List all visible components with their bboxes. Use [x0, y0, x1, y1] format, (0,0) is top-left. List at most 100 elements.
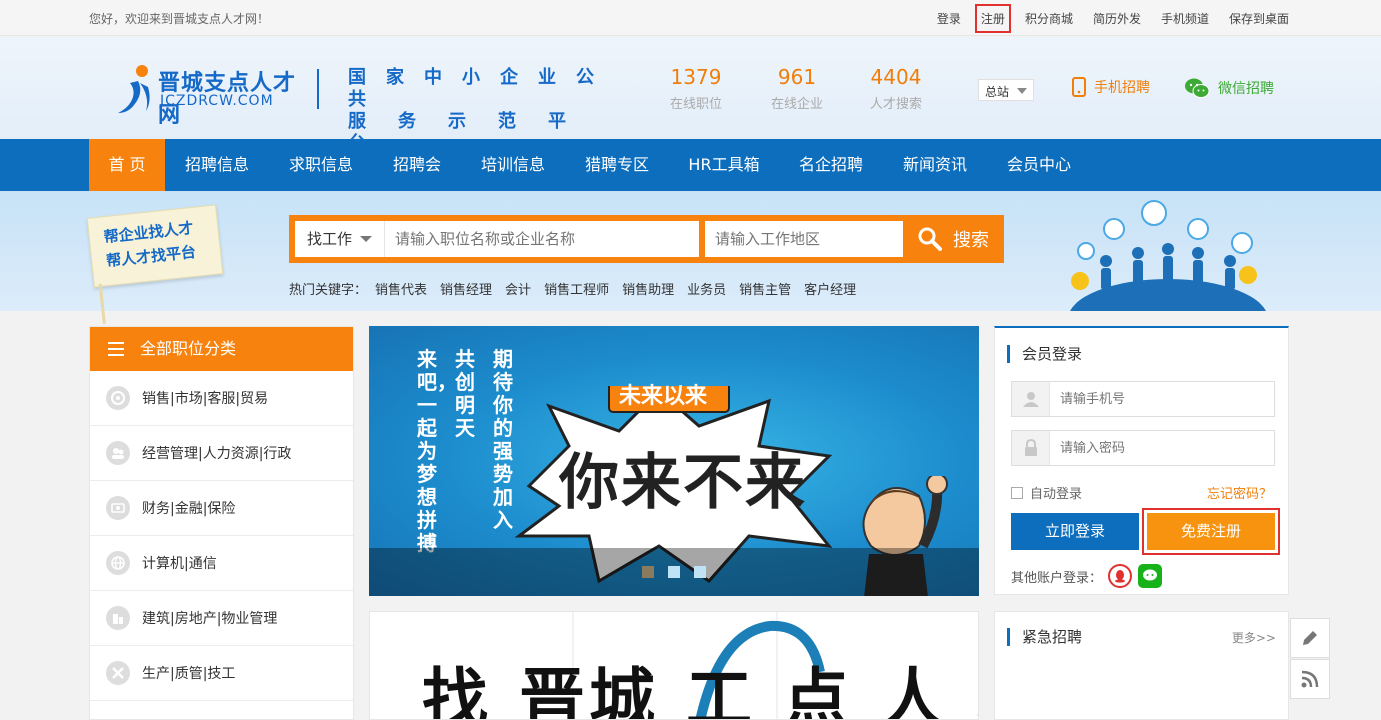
people-icon [106, 441, 130, 465]
free-register-button[interactable]: 免费注册 [1142, 508, 1280, 555]
people-network-illustration [1070, 200, 1266, 311]
job-category-panel: 全部职位分类 销售|市场|客服|贸易 经营管理|人力资源|行政 财务|金融|保险… [89, 326, 354, 720]
chevron-down-icon [360, 236, 372, 242]
hot-keyword[interactable]: 客户经理 [804, 279, 856, 298]
slide-dot[interactable] [642, 566, 654, 578]
slide-tag: 未来以来 [619, 384, 708, 409]
auto-login-checkbox[interactable] [1011, 486, 1023, 499]
auto-login[interactable]: 自动登录 [1011, 483, 1082, 502]
welcome-text: 您好，欢迎来到晋城支点人才网！ [89, 12, 270, 26]
search-button[interactable]: 搜索 [907, 221, 999, 257]
category-item[interactable]: 计算机|通信 [90, 536, 353, 591]
nav-home[interactable]: 首 页 [89, 139, 165, 191]
password-input[interactable] [1060, 431, 1270, 465]
nav-famous-companies[interactable]: 名企招聘 [779, 139, 883, 191]
category-label: 经营管理|人力资源|行政 [142, 446, 292, 462]
tools-icon [106, 661, 130, 685]
password-field [1011, 430, 1275, 466]
nav-recruit-info[interactable]: 招聘信息 [165, 139, 269, 191]
urgent-more-link[interactable]: 更多>> [1232, 629, 1276, 646]
phone-input[interactable] [1060, 382, 1270, 416]
qq-icon[interactable] [1108, 564, 1133, 588]
search-category-label: 找工作 [307, 230, 353, 248]
area-input[interactable] [705, 221, 903, 257]
nav-jobseek-info[interactable]: 求职信息 [269, 139, 373, 191]
search-icon [918, 227, 942, 251]
hot-keyword[interactable]: 销售经理 [440, 279, 492, 298]
forgot-password-link[interactable]: 忘记密码？ [1207, 483, 1272, 502]
nav-training[interactable]: 培训信息 [461, 139, 565, 191]
search-banner: 帮企业找人才 帮人才找平台 找工作 搜索 热门关键字： 销售代表 销售经理 [0, 191, 1381, 324]
category-item[interactable]: 建筑|房地产|物业管理 [90, 591, 353, 646]
category-item[interactable]: 生产|质管|技工 [90, 646, 353, 701]
station-select[interactable]: 总站 [978, 79, 1034, 101]
mobile-channel-link[interactable]: 手机频道 [1161, 10, 1209, 27]
other-login: 其他账户登录： [1011, 564, 1163, 588]
station-label: 总站 [985, 85, 1010, 99]
banner-slide[interactable]: 来吧，一起为梦想拼搏 共创明天 期待你的强势加入 未来以来 你来不来 [369, 326, 979, 596]
category-item[interactable]: 财务|金融|保险 [90, 481, 353, 536]
mobile-recruit-link[interactable]: 手机招聘 [1072, 77, 1150, 97]
target-icon [106, 386, 130, 410]
slogan-line1: 国家中小企业公共 [348, 67, 614, 110]
stat-jobs-label: 在线职位 [669, 97, 722, 112]
rss-tool-button[interactable] [1290, 659, 1330, 699]
header: 晋城支点人才网 JCZDRCW.COM 国家中小企业公共 服务示范平台 1379… [0, 37, 1381, 154]
stat-jobs: 1379 在线职位 [656, 65, 736, 112]
nav-headhunt[interactable]: 猎聘专区 [565, 139, 669, 191]
slide-text-col1: 共创明天 [455, 347, 475, 440]
register-link[interactable]: 注册 [974, 3, 1011, 33]
search-button-label: 搜索 [953, 230, 989, 251]
logo-domain: JCZDRCW.COM [160, 93, 274, 109]
stat-companies: 961 在线企业 [757, 65, 837, 112]
menu-icon [108, 342, 124, 356]
building-icon [106, 606, 130, 630]
search-category-select[interactable]: 找工作 [295, 221, 385, 257]
auto-login-label: 自动登录 [1030, 487, 1083, 502]
lock-icon [1012, 431, 1050, 465]
hot-keyword[interactable]: 销售助理 [622, 279, 674, 298]
page: 您好，欢迎来到晋城支点人才网！ 登录 注册 积分商城 简历外发 手机频道 保存到… [0, 0, 1381, 720]
urgent-recruit-panel: 紧急招聘 更多>> [994, 611, 1289, 720]
edit-tool-button[interactable] [1290, 618, 1330, 658]
resume-send-link[interactable]: 简历外发 [1093, 10, 1141, 27]
main-nav: 首 页 招聘信息 求职信息 招聘会 培训信息 猎聘专区 HR工具箱 名企招聘 新… [0, 139, 1381, 191]
promo-banner[interactable]: 找 晋城 工 点 人 才 [369, 611, 979, 720]
nav-hr-tools[interactable]: HR工具箱 [669, 139, 779, 191]
wechat-recruit-link[interactable]: 微信招聘 [1184, 77, 1274, 99]
hot-keyword[interactable]: 业务员 [687, 279, 726, 298]
login-link[interactable]: 登录 [937, 10, 961, 27]
flag-pole [98, 283, 106, 324]
login-title: 会员登录 [1007, 345, 1082, 363]
slide-dot[interactable] [668, 566, 680, 578]
save-desktop-link[interactable]: 保存到桌面 [1229, 10, 1289, 27]
hot-keyword[interactable]: 会计 [505, 279, 531, 298]
stat-companies-label: 在线企业 [770, 97, 823, 112]
site-logo[interactable]: 晋城支点人才网 JCZDRCW.COM [116, 61, 316, 128]
category-label: 销售|市场|客服|贸易 [142, 391, 269, 407]
slogan-flag: 帮企业找人才 帮人才找平台 [86, 204, 224, 324]
nav-news[interactable]: 新闻资讯 [883, 139, 987, 191]
category-label: 计算机|通信 [142, 556, 217, 572]
search-box: 找工作 搜索 [289, 215, 1004, 263]
login-button[interactable]: 立即登录 [1011, 513, 1139, 550]
hot-keyword[interactable]: 销售主管 [739, 279, 791, 298]
hot-keyword[interactable]: 销售工程师 [544, 279, 609, 298]
pencil-icon [1303, 631, 1317, 645]
wechat-login-icon[interactable] [1138, 564, 1163, 588]
logo-person-icon [118, 65, 150, 113]
wechat-icon [1185, 78, 1210, 98]
nav-member-center[interactable]: 会员中心 [987, 139, 1091, 191]
top-links: 登录 注册 积分商城 简历外发 手机频道 保存到桌面 [917, 0, 1289, 36]
hot-keyword[interactable]: 销售代表 [375, 279, 427, 298]
chevron-down-icon [1017, 88, 1027, 94]
stat-jobs-num: 1379 [670, 65, 722, 89]
points-mall-link[interactable]: 积分商城 [1025, 10, 1073, 27]
slide-dot[interactable] [694, 566, 706, 578]
keyword-input[interactable] [385, 221, 699, 257]
phone-field [1011, 381, 1275, 417]
nav-job-fair[interactable]: 招聘会 [373, 139, 461, 191]
category-item[interactable]: 经营管理|人力资源|行政 [90, 426, 353, 481]
category-item[interactable]: 销售|市场|客服|贸易 [90, 371, 353, 426]
slide-text-col3: 来吧，一起为梦想拼搏 [417, 347, 457, 555]
